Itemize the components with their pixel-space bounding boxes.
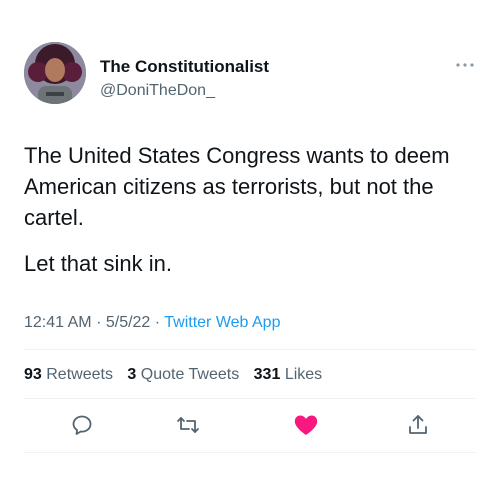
likes-stat[interactable]: 331 Likes — [254, 366, 323, 383]
quote-tweets-stat[interactable]: 3 Quote Tweets — [127, 366, 239, 383]
tweet-metadata: 12:41 AM · 5/5/22 · Twitter Web App — [24, 313, 280, 333]
divider — [24, 452, 476, 453]
likes-count: 331 — [253, 366, 281, 383]
retweets-count: 93 — [24, 366, 42, 383]
divider — [24, 398, 476, 399]
likes-label: Likes — [284, 366, 323, 383]
retweets-label: Retweets — [46, 366, 113, 383]
divider — [24, 349, 476, 350]
tweet-text: The United States Congress wants to deem… — [24, 140, 484, 279]
avatar[interactable] — [24, 42, 86, 104]
meta-separator: · — [96, 314, 102, 331]
quote-tweets-count: 3 — [127, 366, 137, 383]
tweet-paragraph: The United States Congress wants to deem… — [24, 143, 450, 230]
reply-button[interactable] — [68, 411, 96, 439]
engagement-stats: 93 Retweets 3 Quote Tweets 331 Likes — [24, 365, 332, 385]
retweets-stat[interactable]: 93 Retweets — [24, 366, 113, 383]
meta-separator: · — [154, 314, 161, 331]
quote-tweets-label: Quote Tweets — [140, 366, 240, 383]
heart-icon — [294, 415, 318, 435]
tweet-card: The Constitutionalist @DoniTheDon_ The U… — [0, 0, 500, 500]
tweet-date[interactable]: 5/5/22 — [106, 314, 150, 331]
tweet-paragraph: Let that sink in. — [24, 251, 172, 276]
share-button[interactable] — [404, 411, 432, 439]
tweet-time[interactable]: 12:41 AM — [24, 314, 92, 331]
display-name[interactable]: The Constitutionalist — [100, 57, 269, 77]
retweet-icon — [177, 417, 199, 433]
retweet-button[interactable] — [174, 411, 202, 439]
more-options-icon[interactable] — [454, 58, 476, 72]
avatar-photo — [24, 42, 86, 104]
like-button[interactable] — [292, 411, 320, 439]
tweet-source-link[interactable]: Twitter Web App — [164, 314, 280, 331]
share-icon — [409, 415, 427, 434]
reply-icon — [72, 415, 92, 435]
user-handle[interactable]: @DoniTheDon_ — [100, 81, 215, 101]
